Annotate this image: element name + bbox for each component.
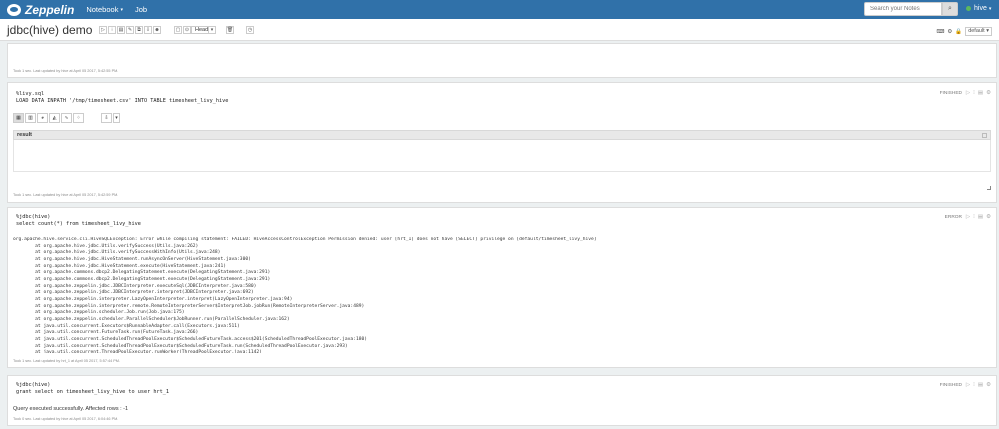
- paragraph-meta: Took 0 sec. Last updated by hive at Apri…: [13, 417, 119, 421]
- search-button[interactable]: ⌕: [942, 2, 958, 16]
- version-actions: ▢ ⊙: [174, 26, 191, 34]
- note-title[interactable]: jdbc(hive) demo: [7, 23, 92, 37]
- error-output: org.apache.hive.service.cli.HiveSQLExcep…: [13, 237, 597, 353]
- paragraph-controls: ▷ ⁝ ▤ ⚙: [966, 214, 991, 220]
- clock-icon[interactable]: ◷: [246, 26, 254, 34]
- status-badge: FINISHED: [939, 383, 962, 388]
- notebook-menu-label: Notebook: [86, 5, 119, 14]
- settings-icon[interactable]: ⚙: [986, 382, 991, 388]
- display-mode-label: default: [968, 28, 985, 34]
- show-hide-output-icon[interactable]: ▤: [117, 26, 125, 34]
- result-title: result: [17, 132, 32, 138]
- search-input[interactable]: [864, 2, 942, 16]
- display-mode-select[interactable]: default ▾: [965, 27, 992, 36]
- trash-icon[interactable]: 🗑: [226, 26, 234, 34]
- status-badge: FINISHED: [939, 91, 962, 96]
- bar-chart-icon[interactable]: ▥: [25, 113, 36, 123]
- clone-icon[interactable]: ⧉: [135, 26, 143, 34]
- chevron-down-icon[interactable]: ▾: [208, 26, 216, 34]
- code-editor[interactable]: %livy.sql LOAD DATA INPATH '/tmp/timeshe…: [16, 91, 228, 104]
- connection-status-icon: [966, 6, 971, 11]
- user-menu[interactable]: hive ▾: [966, 5, 991, 12]
- paragraph-1[interactable]: Took 1 sec. Last updated by hive at Apri…: [7, 43, 997, 78]
- notebook-menu[interactable]: Notebook ▾: [86, 5, 123, 14]
- paragraph-controls: ▷ ⁝ ▤ ⚙: [966, 90, 991, 96]
- settings-icon[interactable]: ⚙: [986, 90, 991, 96]
- switch-personal-mode-icon[interactable]: ☻: [153, 26, 161, 34]
- search-icon: ⌕: [948, 5, 952, 12]
- table-icon[interactable]: ▦: [13, 113, 24, 123]
- compare-icon[interactable]: ⊙: [183, 26, 191, 34]
- code-editor[interactable]: %jdbc(hive) select count(*) from timeshe…: [16, 214, 141, 227]
- result-header: result: [13, 130, 991, 140]
- gear-icon[interactable]: ⚙: [947, 29, 952, 35]
- keyboard-icon[interactable]: ⌨: [936, 29, 944, 35]
- paragraph-3[interactable]: %jdbc(hive) select count(*) from timeshe…: [7, 207, 997, 368]
- hide-output-icon[interactable]: ▤: [978, 214, 983, 220]
- run-icon[interactable]: ▷: [966, 214, 970, 220]
- paragraph-meta: Took 1 sec. Last updated by hive at Apri…: [13, 69, 119, 73]
- note-actions: ▷ ⁝ ▤ ✎ ⧉ ⇩ ☻: [99, 26, 161, 34]
- hide-output-icon[interactable]: ▤: [978, 90, 983, 96]
- scheduler-group: ◷: [246, 26, 254, 34]
- scatter-chart-icon[interactable]: ⁘: [73, 113, 84, 123]
- job-menu-label: Job: [134, 5, 148, 14]
- close-icon[interactable]: [982, 133, 987, 138]
- show-hide-code-icon[interactable]: ⁝: [108, 26, 116, 34]
- commit-icon[interactable]: ▢: [174, 26, 182, 34]
- line-chart-icon[interactable]: ∿: [61, 113, 72, 123]
- zeppelin-logo[interactable]: Zeppelin: [7, 3, 74, 17]
- code-editor[interactable]: %jdbc(hive) grant select on timesheet_li…: [16, 382, 169, 395]
- resize-handle[interactable]: [987, 186, 991, 190]
- hide-editor-icon[interactable]: ⁝: [973, 214, 975, 220]
- clear-output-icon[interactable]: ✎: [126, 26, 134, 34]
- zeppelin-icon: [7, 3, 21, 16]
- visualization-bar: ▦ ▥ ◕ ◭ ∿ ⁘: [13, 113, 84, 123]
- top-navbar: Zeppelin Notebook ▾ Job: [0, 0, 999, 19]
- run-icon[interactable]: ▷: [966, 382, 970, 388]
- download-group: ⇩ ▾: [101, 113, 120, 123]
- note-header: jdbc(hive) demo ▷ ⁝ ▤ ✎ ⧉ ⇩ ☻ ▢ ⊙ Head ▾…: [0, 19, 999, 41]
- job-menu[interactable]: Job: [135, 5, 147, 14]
- note-settings: ⌨ ⚙ 🔒 default ▾: [936, 27, 992, 36]
- chevron-down-icon: ▾: [120, 6, 123, 13]
- lock-icon[interactable]: 🔒: [955, 29, 962, 35]
- paragraph-meta: Took 1 sec. Last updated by hive at Apri…: [13, 193, 119, 197]
- delete-note-group: 🗑: [226, 26, 234, 34]
- query-output: Query executed successfully. Affected ro…: [13, 406, 129, 412]
- user-name: hive: [974, 5, 987, 12]
- download-icon[interactable]: ⇩: [101, 113, 112, 123]
- paragraph-4[interactable]: %jdbc(hive) grant select on timesheet_li…: [7, 375, 997, 426]
- area-chart-icon[interactable]: ◭: [49, 113, 60, 123]
- run-icon[interactable]: ▷: [966, 90, 970, 96]
- paragraph-controls: ▷ ⁝ ▤ ⚙: [966, 382, 991, 388]
- run-all-icon[interactable]: ▷: [99, 26, 107, 34]
- hide-output-icon[interactable]: ▤: [978, 382, 983, 388]
- hide-editor-icon[interactable]: ⁝: [973, 382, 975, 388]
- chevron-down-icon: ▾: [988, 5, 992, 12]
- result-table: [13, 140, 991, 172]
- export-icon[interactable]: ⇩: [144, 26, 152, 34]
- hide-editor-icon[interactable]: ⁝: [973, 90, 975, 96]
- chevron-down-icon[interactable]: ▾: [113, 113, 120, 123]
- status-badge: ERROR: [944, 215, 962, 220]
- paragraph-meta: Took 1 sec. Last updated by hrt_1 at Apr…: [13, 359, 121, 363]
- pie-chart-icon[interactable]: ◕: [37, 113, 48, 123]
- settings-icon[interactable]: ⚙: [986, 214, 991, 220]
- paragraph-2[interactable]: %livy.sql LOAD DATA INPATH '/tmp/timeshe…: [7, 82, 997, 203]
- brand-name: Zeppelin: [25, 2, 75, 17]
